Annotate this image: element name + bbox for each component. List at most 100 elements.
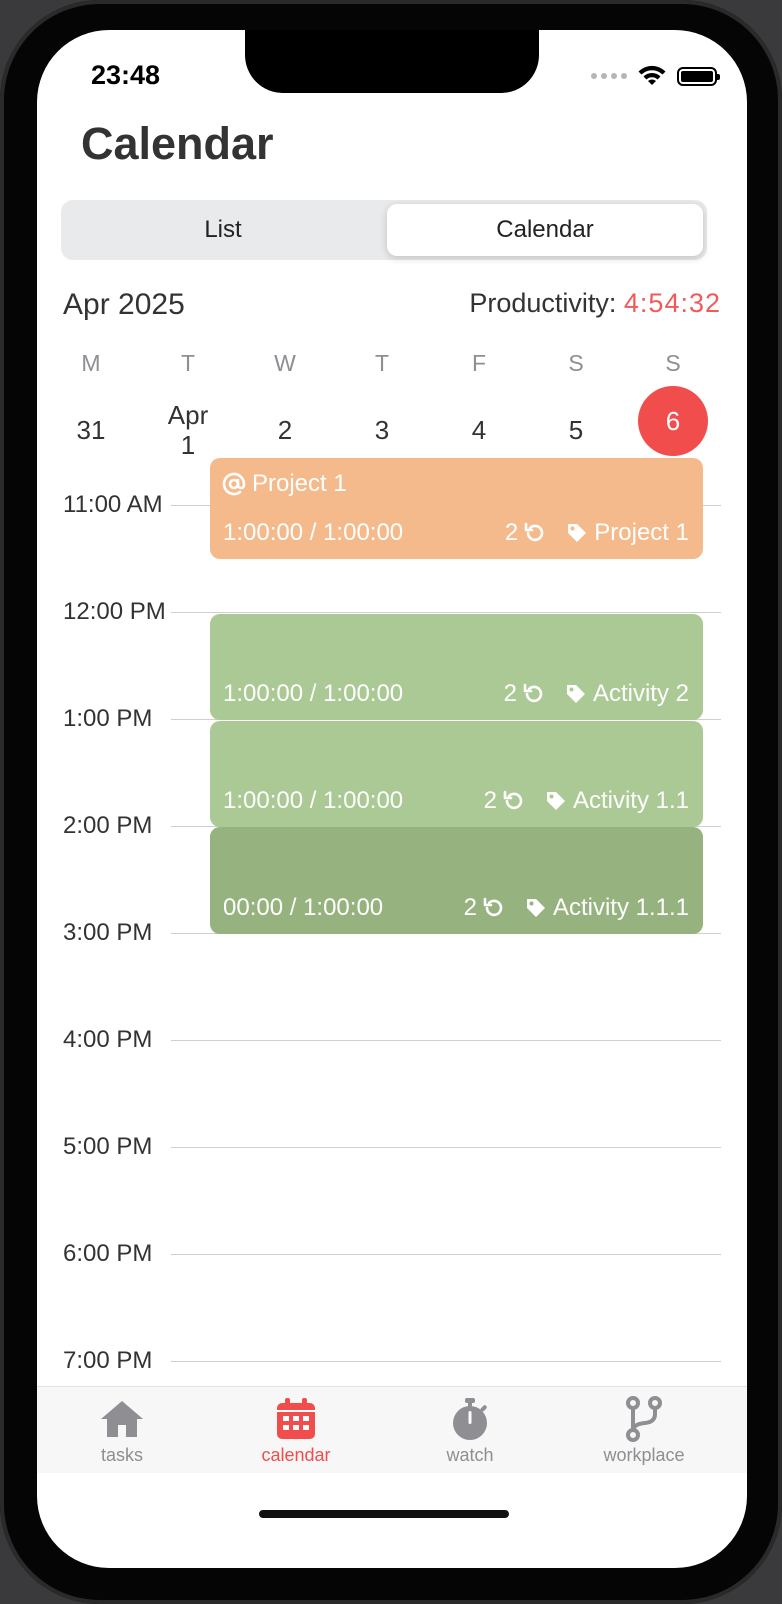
hour-row: 6:00 PM (37, 1239, 747, 1269)
status-time: 23:48 (91, 60, 161, 90)
repeat-icon (503, 790, 523, 810)
event-tag: Project 1 (594, 519, 689, 546)
weekday-column[interactable]: W2 (245, 350, 325, 445)
hour-gridline (171, 1254, 721, 1255)
event-progress: 1:00:00 / 1:00:00 (223, 519, 404, 546)
tab-watch[interactable]: watch (400, 1395, 540, 1466)
calendar-event[interactable]: Project 1 1:00:00 / 1:00:00 2 Project 1 (210, 458, 703, 559)
weekday-letter: T (180, 350, 196, 376)
wifi-icon (638, 65, 666, 85)
event-meta: 2 Activity 1.1 (484, 787, 689, 815)
day-timeline: 11:00 AM 12:00 PM 1:00 PM 2:00 PM 3:00 PM 4:0… (37, 458, 747, 1430)
weekday-column[interactable]: T Apr 1 (148, 350, 228, 460)
weekday-letter: M (81, 350, 101, 376)
calendar-event[interactable]: 1:00:00 / 1:00:00 2 Activity 1.1 (210, 721, 703, 827)
event-progress: 1:00:00 / 1:00:00 (223, 787, 404, 814)
weekday-letter: T (374, 350, 390, 376)
month-label: Apr 2025 (63, 288, 185, 321)
day-number[interactable]: 31 (51, 395, 131, 465)
hour-row: 7:00 PM (37, 1346, 747, 1376)
productivity-label: Productivity: (469, 288, 617, 318)
page-title: Calendar (81, 118, 274, 169)
stopwatch-icon (453, 1398, 487, 1440)
weekday-column[interactable]: F4 (439, 350, 519, 445)
hour-label: 3:00 PM (63, 919, 153, 946)
branch-icon (626, 1396, 662, 1442)
tab-workplace-label: workplace (603, 1445, 685, 1465)
event-tag: Activity 1.1 (572, 787, 689, 814)
battery-icon (677, 66, 720, 86)
hour-row: 4:00 PM (37, 1025, 747, 1055)
tab-workplace[interactable]: workplace (574, 1395, 714, 1466)
tab-calendar[interactable]: calendar (226, 1395, 366, 1466)
status-icons (591, 65, 720, 87)
hour-row: 5:00 PM (37, 1132, 747, 1162)
event-meta: 2 Project 1 (505, 519, 689, 547)
app-screen: 23:48 Calendar List Calendar Apr 2025 Pr… (37, 30, 747, 1568)
at-icon (222, 472, 246, 496)
calendar-event[interactable]: 00:00 / 1:00:00 2 Activity 1.1.1 (210, 827, 703, 934)
calendar-event[interactable]: 1:00:00 / 1:00:00 2 Activity 2 (210, 614, 703, 720)
hour-gridline (171, 612, 721, 613)
day-number[interactable]: 5 (536, 395, 616, 465)
hour-label: 12:00 PM (63, 598, 166, 625)
hour-label: 6:00 PM (63, 1240, 153, 1267)
weekday-letter: S (665, 350, 681, 376)
weekday-column[interactable]: M 31 (51, 350, 131, 445)
tag-icon (566, 685, 585, 703)
weekday-letter: S (568, 350, 584, 376)
tab-watch-label: watch (446, 1445, 494, 1465)
day-number[interactable]: 3 (342, 395, 422, 465)
weekday-column[interactable]: T3 (342, 350, 422, 445)
day-number[interactable]: Apr 1 (148, 395, 228, 465)
event-progress: 1:00:00 / 1:00:00 (223, 680, 404, 707)
view-segmented-control: List Calendar (61, 200, 707, 260)
productivity-value: 4:54:32 (623, 288, 721, 318)
event-repeat-count: 2 (503, 680, 517, 707)
tag-icon (568, 524, 587, 542)
event-title: Project 1 (222, 470, 347, 498)
day-number[interactable]: 2 (245, 395, 325, 465)
event-tag: Activity 2 (592, 680, 689, 707)
event-repeat-count: 2 (504, 519, 519, 546)
tab-tasks-label: tasks (100, 1445, 143, 1465)
productivity-summary: Productivity: 4:54:32 (469, 288, 721, 319)
event-meta: 2 Activity 2 (504, 680, 689, 708)
hour-gridline (171, 1147, 721, 1148)
weekday-column[interactable]: S5 (536, 350, 616, 445)
event-meta: 2 Activity 1.1.1 (464, 894, 689, 922)
segment-list[interactable]: List (65, 204, 381, 256)
event-repeat-count: 2 (483, 787, 497, 814)
hour-label: 1:00 PM (63, 705, 153, 732)
home-icon (101, 1401, 143, 1437)
event-title-text: Project 1 (252, 470, 347, 497)
repeat-icon (483, 897, 503, 917)
home-indicator[interactable] (259, 1510, 509, 1518)
notch (245, 30, 539, 93)
event-repeat-count: 2 (463, 894, 477, 921)
tab-calendar-label: calendar (261, 1445, 331, 1465)
hour-label: 2:00 PM (63, 812, 153, 839)
tab-bar: tasks calendar watch workplace (37, 1386, 747, 1473)
tag-icon (546, 792, 565, 810)
tab-tasks[interactable]: tasks (52, 1395, 192, 1466)
hour-gridline (171, 1040, 721, 1041)
hour-label: 7:00 PM (63, 1347, 153, 1374)
hour-gridline (171, 1361, 721, 1362)
hour-label: 11:00 AM (63, 491, 163, 518)
hour-label: 4:00 PM (63, 1026, 153, 1053)
event-tag: Activity 1.1.1 (552, 894, 689, 921)
calendar-icon (277, 1398, 315, 1439)
weekday-letter: W (274, 350, 296, 376)
tag-icon (526, 899, 545, 917)
day-number[interactable]: 4 (439, 395, 519, 465)
phone-frame: 23:48 Calendar List Calendar Apr 2025 Pr… (0, 0, 782, 1604)
weekday-column[interactable]: S6 (633, 350, 713, 456)
event-progress: 00:00 / 1:00:00 (223, 894, 384, 921)
segment-calendar[interactable]: Calendar (387, 204, 703, 256)
cellular-signal-icon (591, 73, 627, 79)
repeat-icon (523, 683, 543, 703)
hour-label: 5:00 PM (63, 1133, 153, 1160)
weekday-letter: F (471, 350, 487, 376)
day-number-today[interactable]: 6 (638, 386, 708, 456)
